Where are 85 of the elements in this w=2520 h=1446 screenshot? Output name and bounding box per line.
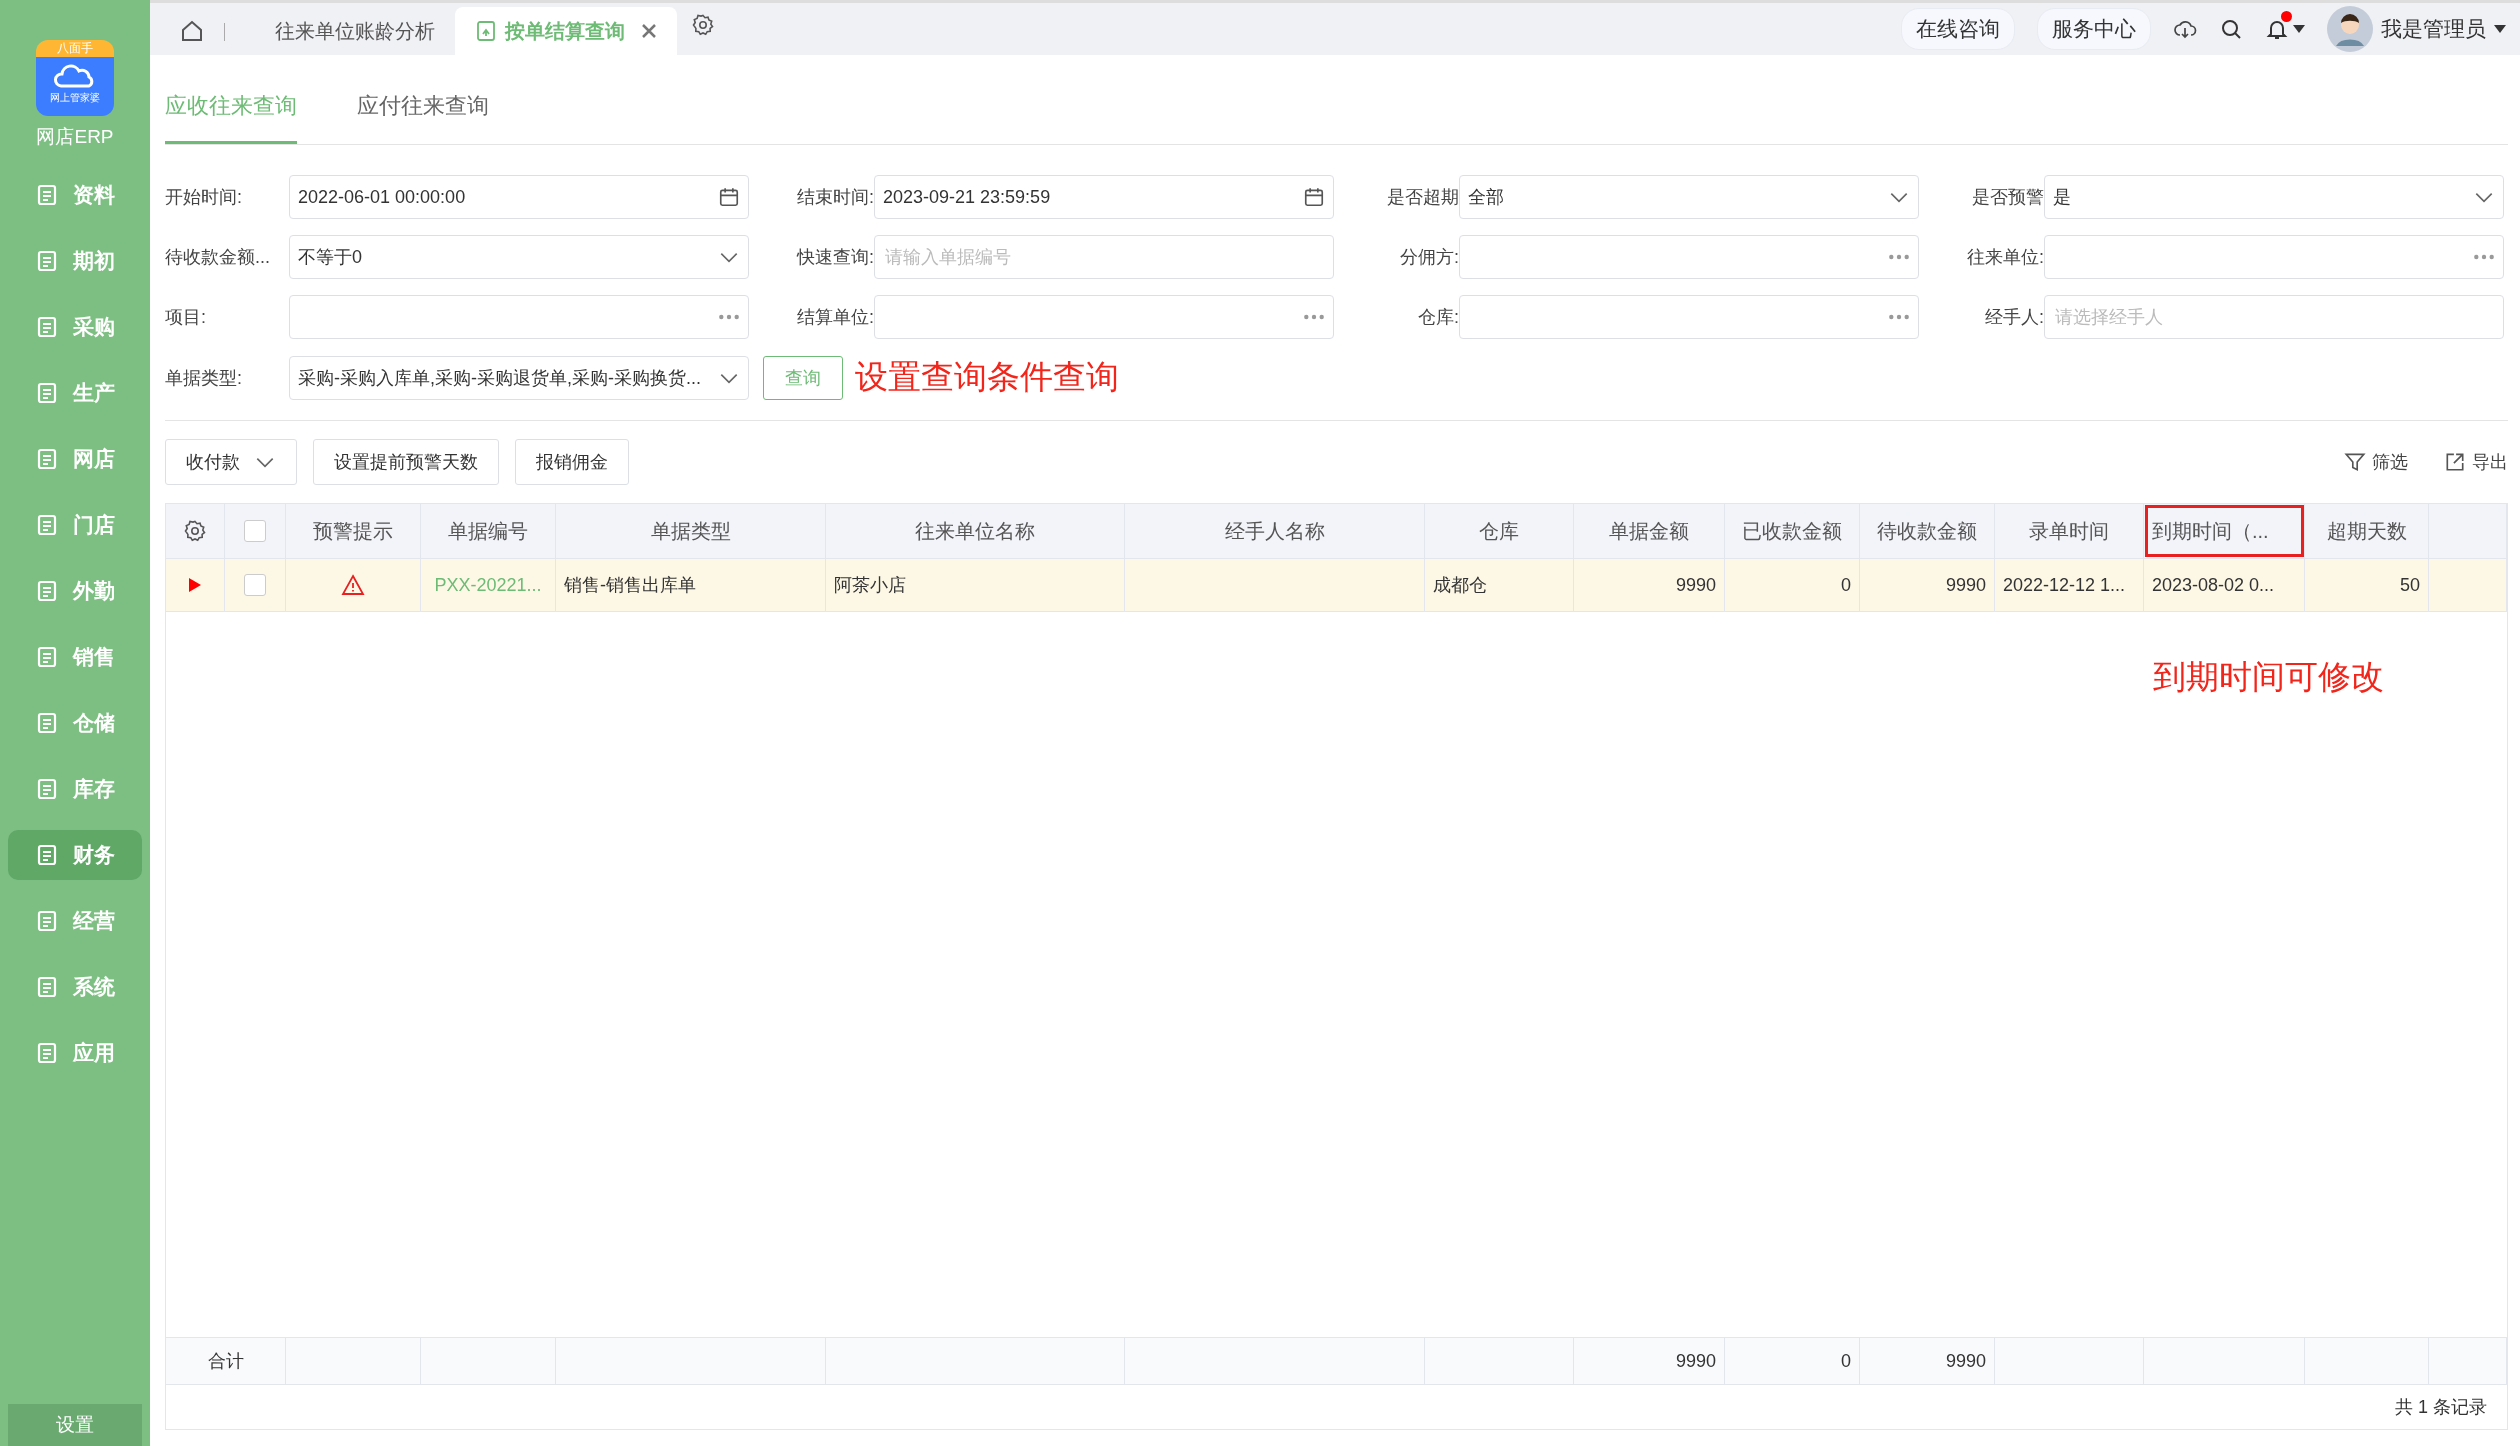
table-cell-text: 销售-销售出库单 [564, 574, 696, 597]
date-field[interactable]: 2022-06-01 00:00:00 [289, 175, 749, 219]
document-icon [35, 249, 59, 273]
field-label: 分佣方: [1399, 246, 1459, 269]
select-field[interactable]: 是 [2044, 175, 2504, 219]
lookup-field[interactable] [1459, 295, 1919, 339]
document-icon [35, 183, 59, 207]
field-label: 结算单位: [796, 306, 874, 329]
select-field[interactable]: 采购-采购入库单,采购-采购退货单,采购-采购换货... [289, 355, 749, 400]
lookup-field[interactable] [2044, 235, 2504, 279]
document-icon [35, 513, 59, 537]
table-cell-text: 阿茶小店 [834, 574, 906, 597]
field-label: 仓库: [1417, 306, 1459, 329]
field-label: 往来单位: [1966, 246, 2044, 269]
table-cell: 9990 [1945, 574, 1986, 596]
table-cell-text: 成都仓 [1433, 574, 1487, 597]
logo-subtitle: 网上管家婆 [50, 91, 100, 105]
column-header[interactable]: 到期时间（... [2144, 504, 2305, 558]
caret-icon[interactable] [2293, 25, 2305, 33]
app-name: 网店ERP [36, 125, 114, 149]
document-icon [475, 20, 497, 42]
settings-icon[interactable] [691, 13, 715, 37]
document-icon [35, 447, 59, 471]
table-cell: 2022-12-12 1... [2003, 574, 2126, 596]
document-icon [35, 711, 59, 735]
sub-tab[interactable]: 应付往来查询 [357, 91, 489, 144]
summary-label: 合计 [207, 1350, 244, 1373]
table-cell: 50 [2399, 574, 2420, 596]
field-label: 结束时间: [796, 186, 874, 209]
field-label: 经手人: [1984, 306, 2044, 329]
search-icon[interactable] [2219, 17, 2243, 41]
export-icon [2444, 451, 2466, 473]
annotation-text: 设置查询条件查询 [855, 357, 1119, 397]
document-icon [35, 1041, 59, 1065]
document-icon [35, 843, 59, 867]
funnel-icon [2344, 451, 2366, 473]
select-field[interactable]: 不等于0 [289, 235, 749, 279]
date-field[interactable]: 2023-09-21 23:59:59 [874, 175, 1334, 219]
annotation-text: 到期时间可修改 [2153, 657, 2384, 697]
avatar-icon[interactable] [2327, 6, 2373, 52]
select-field[interactable]: 全部 [1459, 175, 1919, 219]
document-icon [35, 645, 59, 669]
record-count: 共 1 条记录 [2395, 1396, 2487, 1419]
input-field[interactable]: 请输入单据编号 [874, 235, 1334, 279]
field-label: 开始时间: [165, 186, 243, 209]
filter-button[interactable]: 筛选 [2344, 450, 2408, 474]
field-label: 是否预警 [1971, 186, 2044, 209]
checkbox[interactable] [244, 574, 266, 596]
total-cell: 9990 [1675, 1350, 1716, 1372]
toolbar-button[interactable]: 报销佣金 [515, 439, 629, 485]
header-button[interactable]: 在线咨询 [1901, 8, 2015, 50]
document-icon [35, 777, 59, 801]
table-cell: 2023-08-02 0... [2152, 574, 2275, 596]
table-cell: 0 [1841, 574, 1851, 596]
calendar-icon[interactable] [718, 186, 740, 208]
document-icon [35, 315, 59, 339]
document-icon [35, 579, 59, 603]
lookup-field[interactable] [1459, 235, 1919, 279]
header-button[interactable]: 服务中心 [2037, 8, 2151, 50]
lookup-field[interactable] [874, 295, 1334, 339]
total-cell: 0 [1841, 1350, 1851, 1372]
document-icon [35, 909, 59, 933]
home-icon[interactable] [180, 19, 204, 43]
page-tab[interactable]: 往来单位账龄分析 [255, 7, 455, 55]
settings-icon[interactable] [183, 519, 207, 543]
field-label: 快速查询: [795, 246, 874, 269]
document-icon [35, 975, 59, 999]
close-icon[interactable] [641, 23, 657, 39]
table-cell: 9990 [1675, 574, 1716, 596]
document-icon [35, 381, 59, 405]
checkbox[interactable] [244, 520, 266, 542]
logo-badge-text: 八面手 [57, 40, 93, 57]
user-name[interactable]: 我是管理员 [2381, 15, 2486, 43]
dropdown-button[interactable]: 收付款 [165, 439, 297, 485]
toolbar-button[interactable]: 设置提前预警天数 [313, 439, 499, 485]
field-label: 单据类型: [165, 366, 243, 390]
calendar-icon[interactable] [1303, 186, 1325, 208]
field-label: 待收款金额... [165, 246, 271, 269]
lookup-field[interactable] [289, 295, 749, 339]
total-cell: 9990 [1945, 1350, 1986, 1372]
field-label: 是否超期 [1386, 186, 1459, 209]
field-label: 项目: [165, 306, 207, 329]
input-field[interactable]: 请选择经手人 [2044, 295, 2504, 339]
export-button[interactable]: 导出 [2444, 450, 2508, 474]
caret-icon[interactable] [2494, 25, 2506, 33]
